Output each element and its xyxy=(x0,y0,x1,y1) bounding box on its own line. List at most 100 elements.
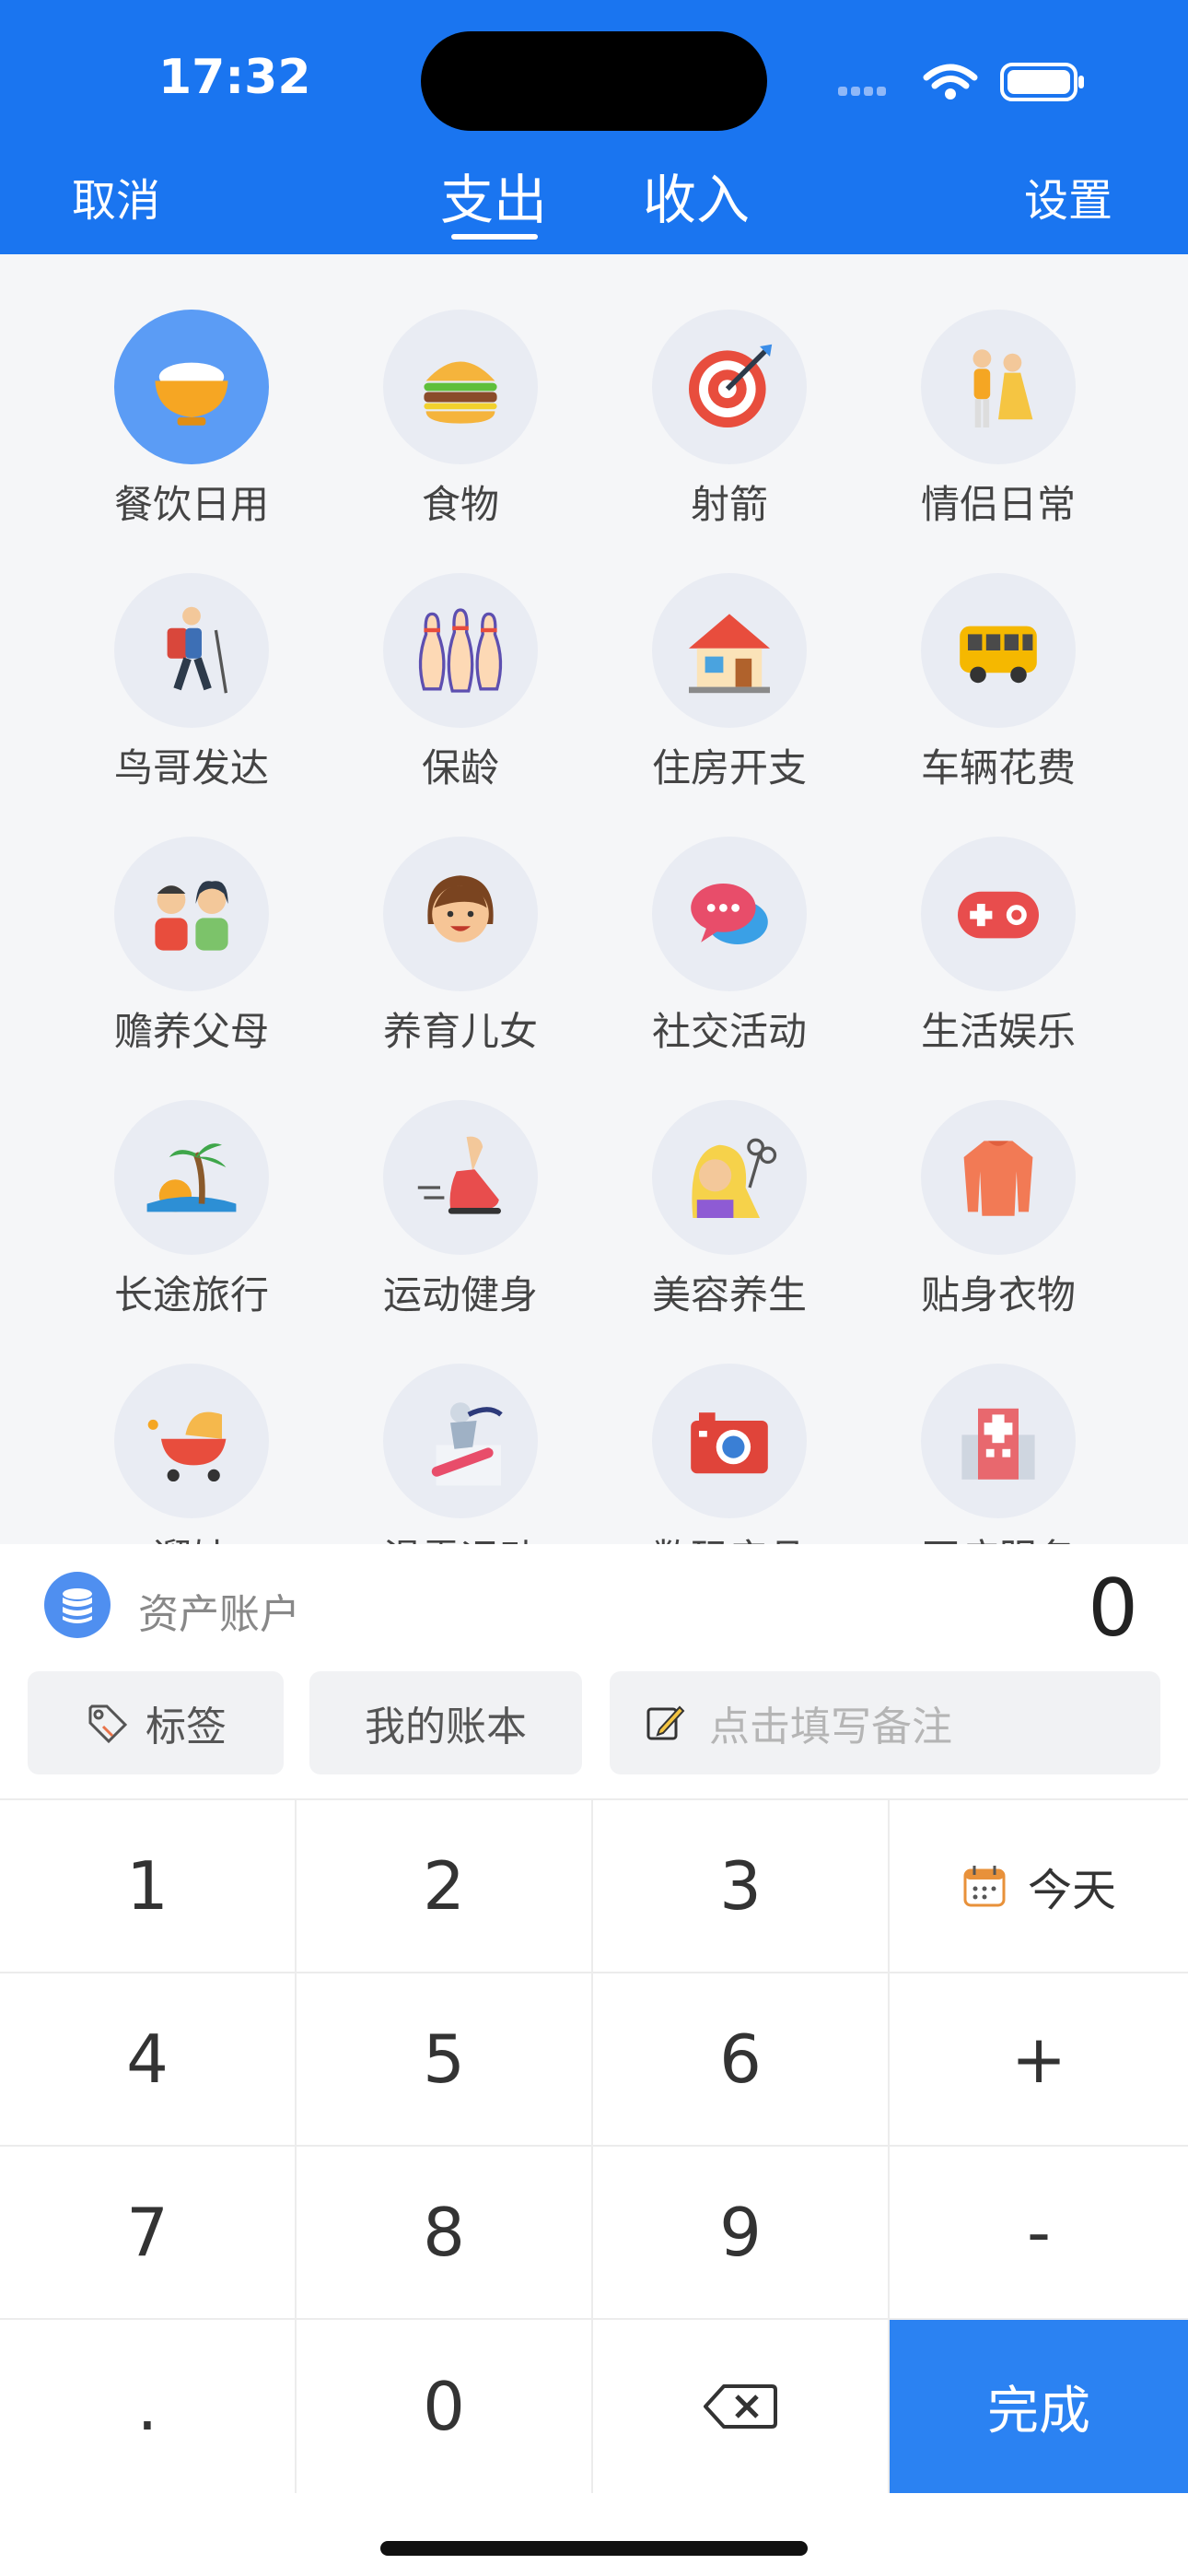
hair-salon-icon xyxy=(692,1138,777,1218)
category-item[interactable]: 保龄 xyxy=(326,518,595,790)
tab-expense[interactable]: 支出 xyxy=(440,157,547,234)
coins-icon xyxy=(44,1572,111,1638)
category-icon-circle xyxy=(652,1364,807,1518)
key-8[interactable]: 8 xyxy=(297,2147,593,2320)
category-icon-circle xyxy=(114,837,269,991)
category-icon-circle xyxy=(114,1364,269,1518)
category-icon-circle xyxy=(652,1100,807,1255)
backspace-button[interactable] xyxy=(593,2320,890,2493)
category-icon-circle xyxy=(921,837,1076,991)
account-label: 资产账户 xyxy=(138,1591,300,1638)
sweater-icon xyxy=(963,1141,1033,1216)
category-icon-circle xyxy=(383,573,538,728)
category-icon-circle xyxy=(921,573,1076,728)
key-minus[interactable]: - xyxy=(890,2147,1188,2320)
chat-bubbles-icon xyxy=(691,884,768,944)
category-item[interactable]: 社交活动 xyxy=(595,781,864,1054)
category-item[interactable]: 住房开支 xyxy=(595,518,864,790)
camera-icon xyxy=(691,1412,768,1474)
tab-income[interactable]: 收入 xyxy=(643,157,750,234)
key-4[interactable]: 4 xyxy=(0,1973,297,2147)
category-label: 数码产品 xyxy=(595,1528,864,1544)
category-item[interactable]: 食物 xyxy=(326,254,595,527)
tag-icon xyxy=(88,1704,128,1744)
account-row[interactable]: 资产账户 0 xyxy=(0,1544,1188,1664)
header-bar: 17:32 取消 支出 收入 设置 xyxy=(0,0,1188,254)
calendar-icon xyxy=(963,1866,1006,1907)
tag-button[interactable]: 标签 xyxy=(28,1671,284,1774)
cancel-button[interactable]: 取消 xyxy=(72,164,160,228)
category-item[interactable]: 餐饮日用 xyxy=(57,254,326,527)
key-7[interactable]: 7 xyxy=(0,2147,297,2320)
category-icon-circle xyxy=(114,573,269,728)
key-2[interactable]: 2 xyxy=(297,1800,593,1973)
category-icon-circle xyxy=(921,310,1076,464)
category-item[interactable]: 贴身衣物 xyxy=(864,1045,1133,1317)
settings-button[interactable]: 设置 xyxy=(1024,164,1112,228)
category-label: 医疗服务 xyxy=(864,1528,1133,1544)
palm-beach-icon xyxy=(146,1143,237,1212)
key-decimal[interactable]: . xyxy=(0,2320,297,2493)
dynamic-island xyxy=(421,31,767,131)
key-1[interactable]: 1 xyxy=(0,1800,297,1973)
key-5[interactable]: 5 xyxy=(297,1973,593,2147)
home-indicator xyxy=(380,2541,808,2556)
category-item[interactable]: 长途旅行 xyxy=(57,1045,326,1317)
category-item[interactable]: 滑雪运动 xyxy=(326,1308,595,1544)
category-grid: 餐饮日用 食物 射箭 情侣日常 鸟哥发达 保龄 住房开支 车辆花费 赡养父母 养… xyxy=(0,254,1188,1544)
archery-target-icon xyxy=(689,344,773,427)
key-0[interactable]: 0 xyxy=(297,2320,593,2493)
couple-icon xyxy=(973,349,1033,427)
gamepad-icon xyxy=(958,891,1039,939)
key-6[interactable]: 6 xyxy=(593,1973,890,2147)
bus-icon xyxy=(960,626,1037,684)
ledger-button[interactable]: 我的账本 xyxy=(309,1671,582,1774)
battery-icon xyxy=(1000,63,1084,101)
ledger-label: 我的账本 xyxy=(365,1704,527,1751)
category-item[interactable]: 赡养父母 xyxy=(57,781,326,1054)
input-panel: 资产账户 0 标签 我的账本 点击填写备注 1 2 3 今天 4 5 6 + 7… xyxy=(0,1544,1188,2576)
category-item[interactable]: 生活娱乐 xyxy=(864,781,1133,1054)
category-item[interactable]: 养育儿女 xyxy=(326,781,595,1054)
hospital-icon xyxy=(961,1408,1035,1480)
bowling-pins-icon xyxy=(418,608,503,693)
category-item[interactable]: 情侣日常 xyxy=(864,254,1133,527)
category-item[interactable]: 医疗服务 xyxy=(864,1308,1133,1544)
category-icon-circle xyxy=(921,1100,1076,1255)
amount-display: 0 xyxy=(1088,1563,1138,1655)
snowboard-icon xyxy=(431,1402,503,1486)
date-button[interactable]: 今天 xyxy=(890,1800,1188,1973)
category-label: 遛娃 xyxy=(57,1528,326,1544)
category-icon-circle xyxy=(921,1364,1076,1518)
category-icon-circle xyxy=(652,837,807,991)
category-item[interactable]: 美容养生 xyxy=(595,1045,864,1317)
category-item[interactable]: 射箭 xyxy=(595,254,864,527)
category-item[interactable]: 遛娃 xyxy=(57,1308,326,1544)
tag-label: 标签 xyxy=(146,1704,227,1751)
category-icon-circle xyxy=(652,310,807,464)
burger-icon xyxy=(424,361,497,424)
keypad: 1 2 3 今天 4 5 6 + 7 8 9 - . 0 完成 xyxy=(0,1798,1188,2497)
child-icon xyxy=(427,875,494,943)
category-icon-circle xyxy=(114,1100,269,1255)
category-item[interactable]: 数码产品 xyxy=(595,1308,864,1544)
note-placeholder: 点击填写备注 xyxy=(709,1704,952,1751)
category-item[interactable]: 鸟哥发达 xyxy=(57,518,326,790)
category-icon-circle xyxy=(383,837,538,991)
stroller-icon xyxy=(147,1411,227,1481)
key-3[interactable]: 3 xyxy=(593,1800,890,1973)
key-plus[interactable]: + xyxy=(890,1973,1188,2147)
category-item[interactable]: 车辆花费 xyxy=(864,518,1133,790)
backspace-icon xyxy=(704,2384,777,2429)
wifi-icon xyxy=(923,64,978,89)
status-time: 17:32 xyxy=(158,50,311,105)
note-input[interactable]: 点击填写备注 xyxy=(610,1671,1160,1774)
category-label: 滑雪运动 xyxy=(326,1528,595,1544)
key-9[interactable]: 9 xyxy=(593,2147,890,2320)
done-button[interactable]: 完成 xyxy=(890,2320,1188,2493)
category-icon-circle xyxy=(383,1100,538,1255)
category-item[interactable]: 运动健身 xyxy=(326,1045,595,1317)
active-tab-indicator xyxy=(451,234,538,240)
category-icon-circle xyxy=(114,310,269,464)
status-icons xyxy=(838,63,1084,101)
